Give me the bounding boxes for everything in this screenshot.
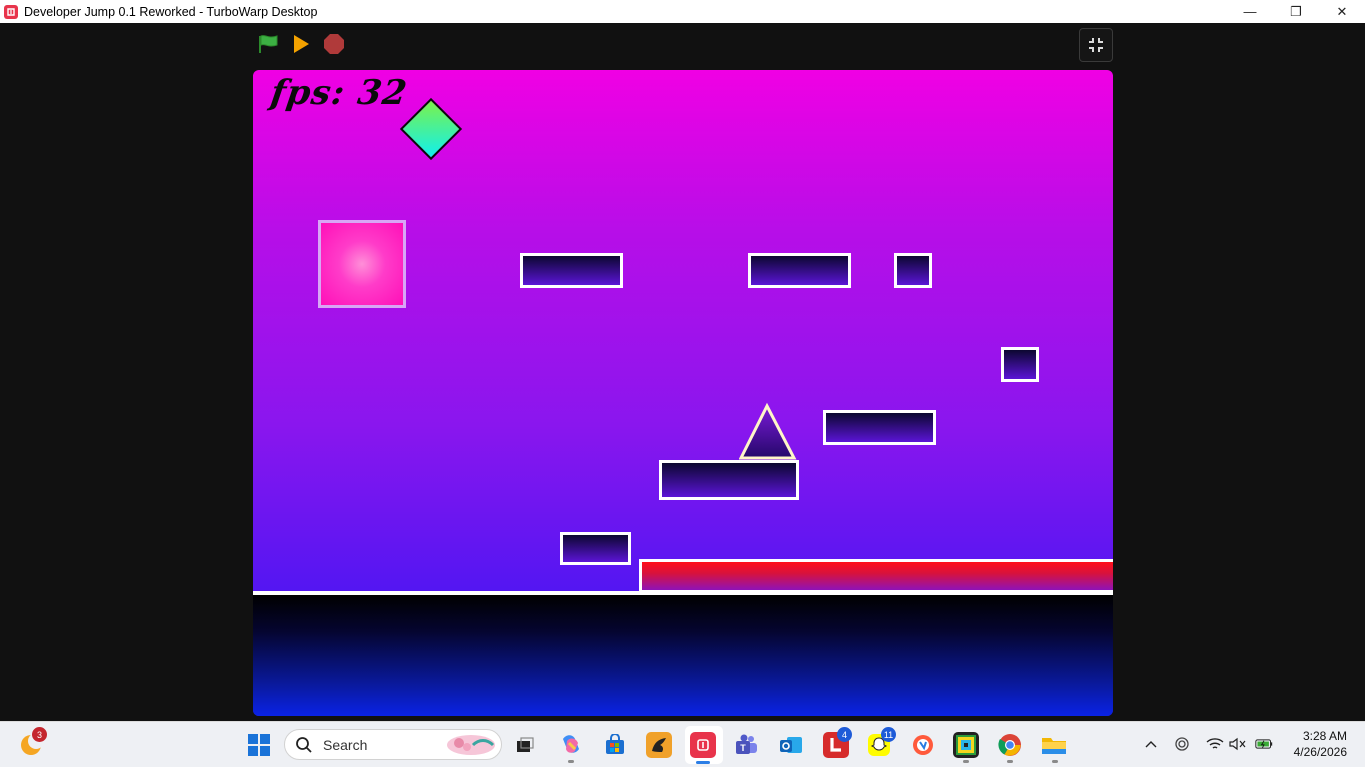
browser-button[interactable] (910, 732, 936, 758)
weather-widget[interactable]: 3 (18, 727, 47, 758)
minimize-button[interactable]: — (1227, 0, 1273, 23)
running-indicator (1007, 760, 1013, 763)
search-highlight-icon (447, 734, 495, 755)
wifi-button[interactable] (1206, 735, 1224, 753)
snapchat-badge: 11 (881, 727, 896, 742)
outlook-button[interactable] (778, 732, 804, 758)
clock-time: 3:28 AM (1302, 729, 1347, 743)
start-button[interactable] (246, 732, 272, 758)
spike-hazard (739, 402, 797, 460)
geometry-dash-button[interactable] (953, 732, 979, 758)
ground (253, 595, 1113, 716)
taskbar: 3 Search T 4 11 3:28 AM 4/26/2026 (0, 721, 1365, 767)
chrome-button[interactable] (997, 732, 1023, 758)
chevron-up-icon (1145, 741, 1157, 748)
search-placeholder: Search (323, 736, 368, 753)
outlook-icon (780, 737, 802, 753)
platform-block (748, 253, 851, 288)
platform-block (894, 253, 932, 288)
platform-block (659, 460, 799, 500)
platform-block (560, 532, 631, 565)
play-icon (294, 35, 309, 53)
stop-button[interactable] (322, 32, 346, 56)
close-button[interactable]: ✕ (1319, 0, 1365, 23)
folder-icon (1042, 738, 1066, 754)
turbowarp-icon (697, 739, 709, 751)
search-icon (296, 736, 312, 753)
turbowarp-taskbar-button[interactable] (690, 732, 716, 758)
game-stage[interactable]: fps: 32 (253, 70, 1113, 716)
store-button[interactable] (602, 732, 628, 758)
player-cube (399, 97, 463, 161)
lava-hazard (639, 559, 1113, 593)
jump-orb-block (318, 220, 406, 308)
exit-fullscreen-icon (1089, 38, 1103, 52)
green-flag-button[interactable] (256, 32, 280, 56)
window-title: Developer Jump 0.1 Reworked - TurboWarp … (24, 4, 318, 19)
platform-block (823, 410, 936, 445)
volume-button[interactable] (1229, 735, 1247, 753)
scratch-app-button[interactable] (646, 732, 672, 758)
store-icon (606, 734, 624, 754)
battery-button[interactable] (1255, 735, 1273, 753)
battery-charging-icon (1255, 739, 1273, 749)
active-indicator (696, 761, 710, 764)
teams-button[interactable]: T (733, 732, 759, 758)
windows-icon (248, 734, 270, 756)
clock[interactable]: 3:28 AM 4/26/2026 (1294, 728, 1347, 760)
task-view-icon (517, 737, 534, 752)
running-indicator (963, 760, 969, 763)
taskbar-search[interactable]: Search (284, 729, 502, 760)
platform-block (520, 253, 623, 288)
app-area: fps: 32 (0, 23, 1365, 721)
title-bar: Developer Jump 0.1 Reworked - TurboWarp … (0, 0, 1365, 23)
speaker-muted-icon (1229, 737, 1246, 751)
stop-icon (324, 34, 344, 54)
stage-controls (256, 32, 346, 56)
show-hidden-icons-button[interactable] (1142, 735, 1160, 753)
tray-app-icon[interactable] (1173, 735, 1191, 753)
green-flag-icon (259, 35, 278, 53)
clock-date: 4/26/2026 (1293, 745, 1347, 759)
running-indicator (568, 760, 574, 763)
wifi-icon (1206, 738, 1224, 749)
file-explorer-button[interactable] (1041, 732, 1067, 758)
copilot-button[interactable] (558, 732, 584, 758)
fps-counter: fps: 32 (268, 73, 411, 113)
scratch-cat-icon (652, 738, 666, 752)
exit-fullscreen-button[interactable] (1079, 28, 1113, 62)
l-app-badge: 4 (837, 727, 852, 742)
teams-icon: T (736, 734, 757, 754)
svg-text:T: T (740, 743, 746, 753)
weather-badge: 3 (32, 727, 47, 742)
play-button[interactable] (289, 32, 313, 56)
touch-keyboard-icon (1175, 737, 1189, 751)
task-view-button[interactable] (512, 732, 538, 758)
chrome-icon (998, 734, 1021, 756)
copilot-icon (563, 735, 579, 753)
restore-button[interactable]: ❐ (1273, 0, 1319, 23)
browser-icon (913, 735, 933, 755)
turbowarp-app-icon (4, 4, 18, 19)
running-indicator (1052, 760, 1058, 763)
platform-block (1001, 347, 1039, 382)
geometry-dash-icon (956, 735, 976, 755)
